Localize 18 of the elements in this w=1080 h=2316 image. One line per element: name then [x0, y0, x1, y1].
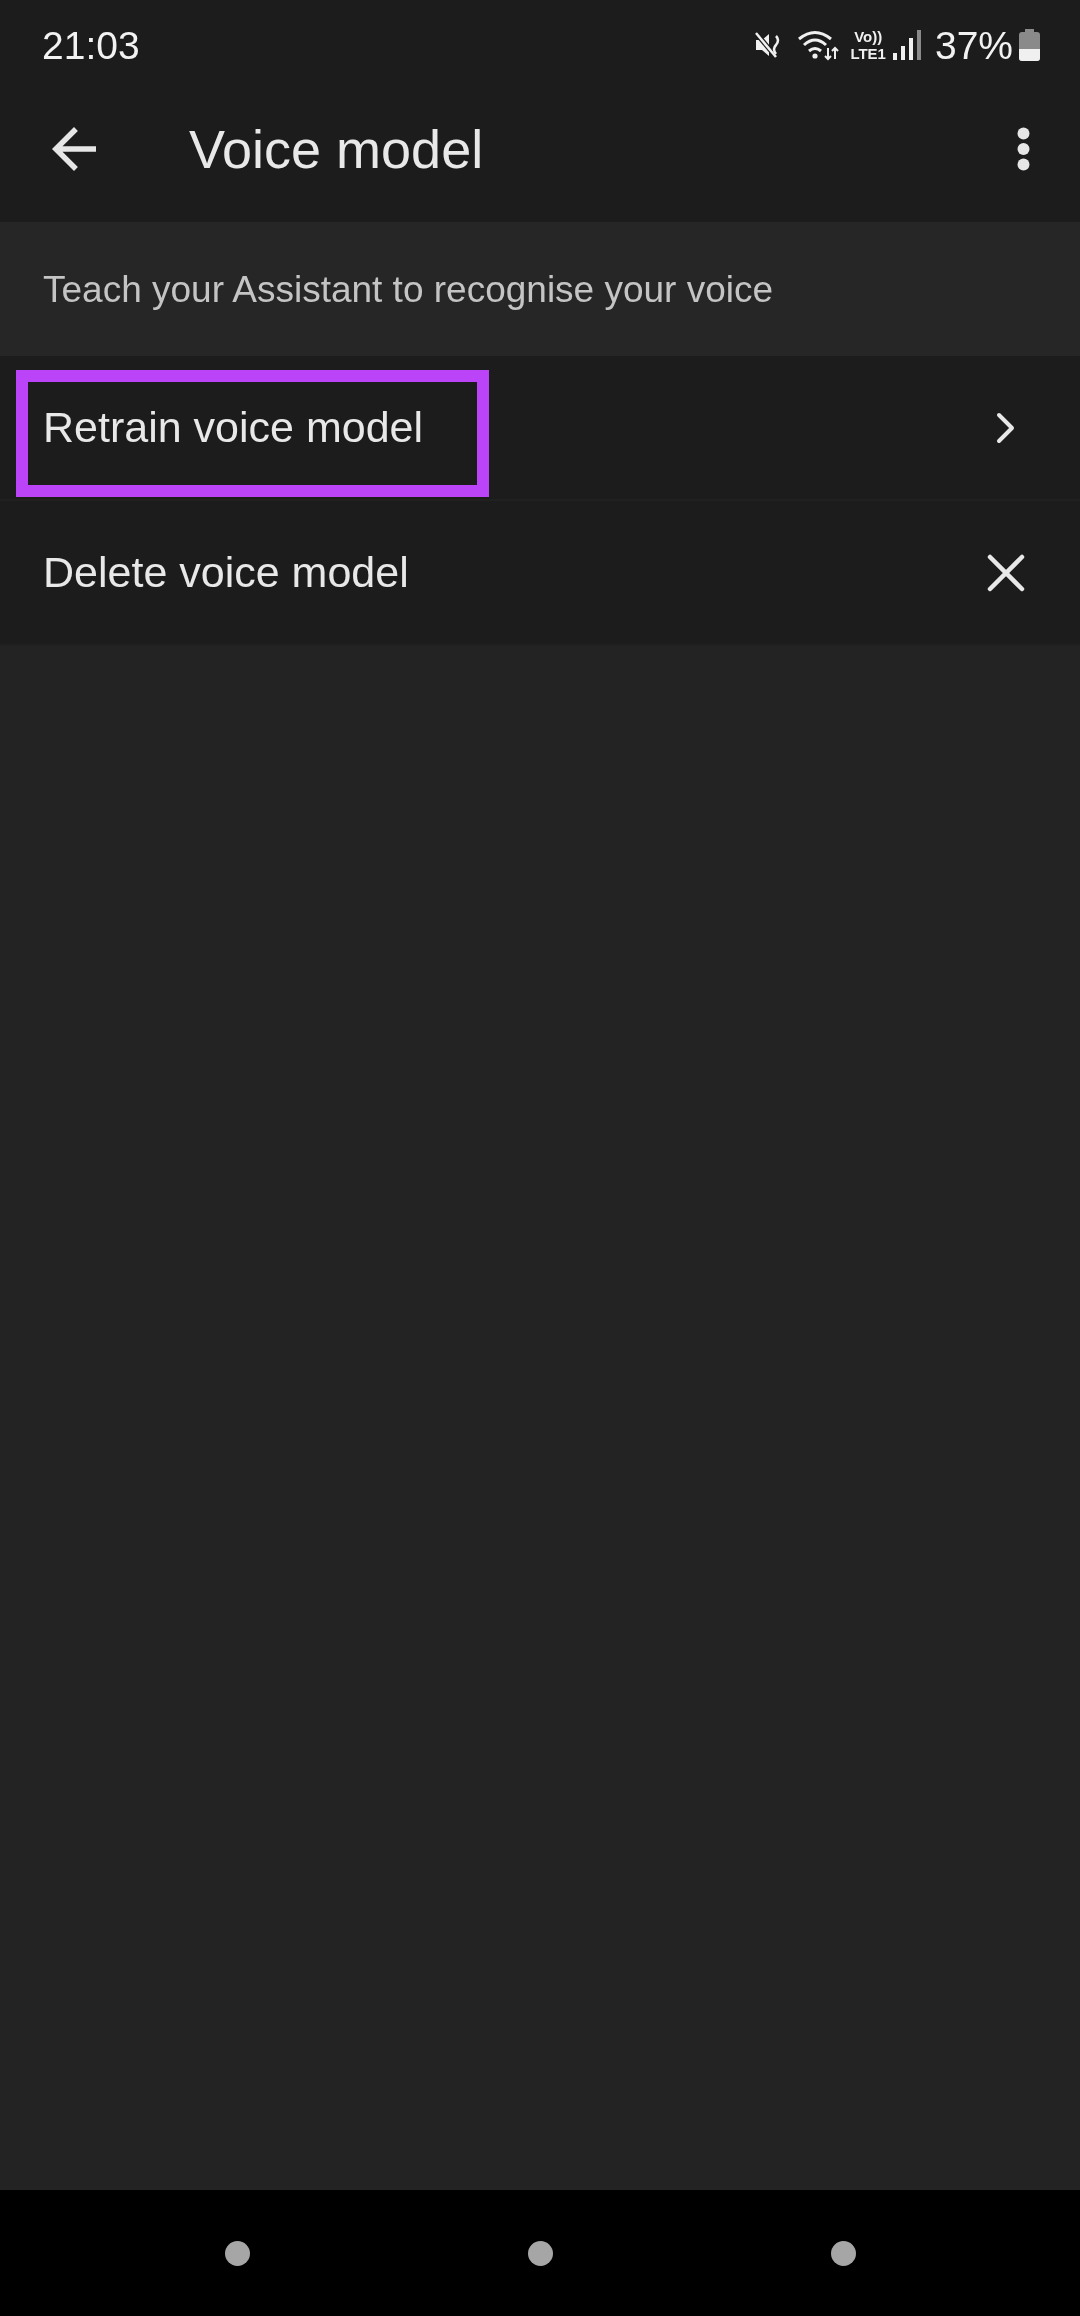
wifi-icon	[797, 29, 840, 61]
nav-dot-icon[interactable]	[830, 2240, 856, 2266]
signal-icon	[892, 30, 921, 60]
clock-time: 21:03	[42, 25, 140, 65]
settings-row[interactable]: Retrain voice model	[0, 356, 1080, 499]
screen-title: Voice model	[189, 122, 484, 176]
nav-dot-icon[interactable]	[224, 2240, 250, 2266]
more-options-icon	[1017, 127, 1030, 171]
settings-row[interactable]: Delete voice model	[0, 501, 1080, 644]
battery-percentage: 37%	[934, 25, 1013, 65]
volte-label: Vo))	[854, 29, 883, 44]
back-arrow-icon	[52, 127, 96, 171]
description-text: Teach your Assistant to recognise your voice	[43, 270, 774, 308]
nav-dot-icon[interactable]	[527, 2240, 553, 2266]
battery-icon	[1019, 29, 1040, 61]
network-type-label: LTE1	[850, 46, 886, 61]
close-icon	[987, 553, 1025, 592]
chevron-right-icon	[995, 410, 1017, 445]
